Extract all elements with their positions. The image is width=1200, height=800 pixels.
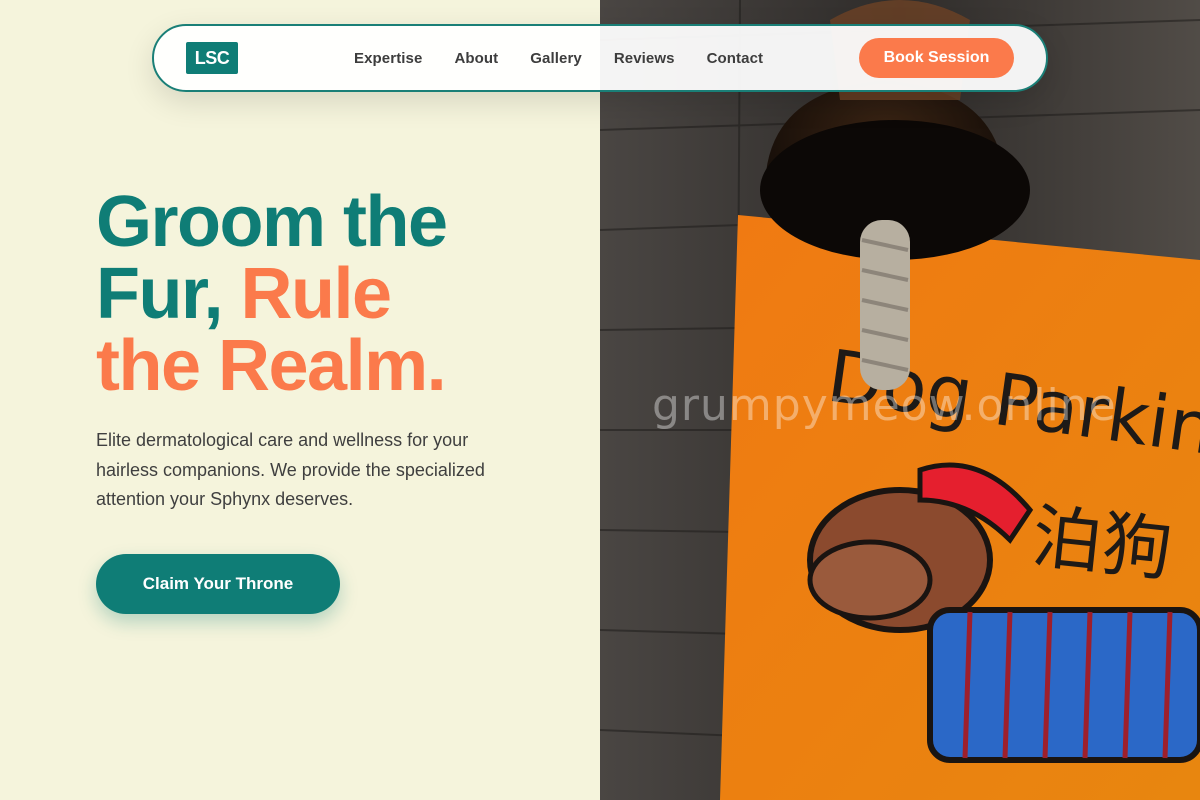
- hero-headline: Groom the Fur, Rule the Realm.: [96, 186, 576, 402]
- nav-link-expertise[interactable]: Expertise: [354, 50, 422, 67]
- headline-part-1: Groom the: [96, 182, 448, 262]
- hero-subtext: Elite dermatological care and wellness f…: [96, 430, 485, 509]
- nav-link-contact[interactable]: Contact: [707, 50, 764, 67]
- claim-throne-button[interactable]: Claim Your Throne: [96, 554, 340, 614]
- top-navbar: LSC Expertise About Gallery Reviews Cont…: [152, 24, 1048, 92]
- nav-link-about[interactable]: About: [454, 50, 498, 67]
- headline-part-4: the Realm.: [96, 326, 447, 406]
- nav-link-gallery[interactable]: Gallery: [530, 50, 582, 67]
- svg-text:泊狗: 泊狗: [1028, 495, 1176, 591]
- watermark-text: grumpymeow.online: [652, 380, 1117, 431]
- headline-part-3: Rule: [240, 254, 393, 334]
- nav-link-reviews[interactable]: Reviews: [614, 50, 675, 67]
- brand-logo[interactable]: LSC: [186, 42, 238, 74]
- headline-part-2: Fur,: [96, 254, 224, 334]
- nav-links: Expertise About Gallery Reviews Contact: [354, 50, 763, 67]
- book-session-button[interactable]: Book Session: [859, 38, 1014, 78]
